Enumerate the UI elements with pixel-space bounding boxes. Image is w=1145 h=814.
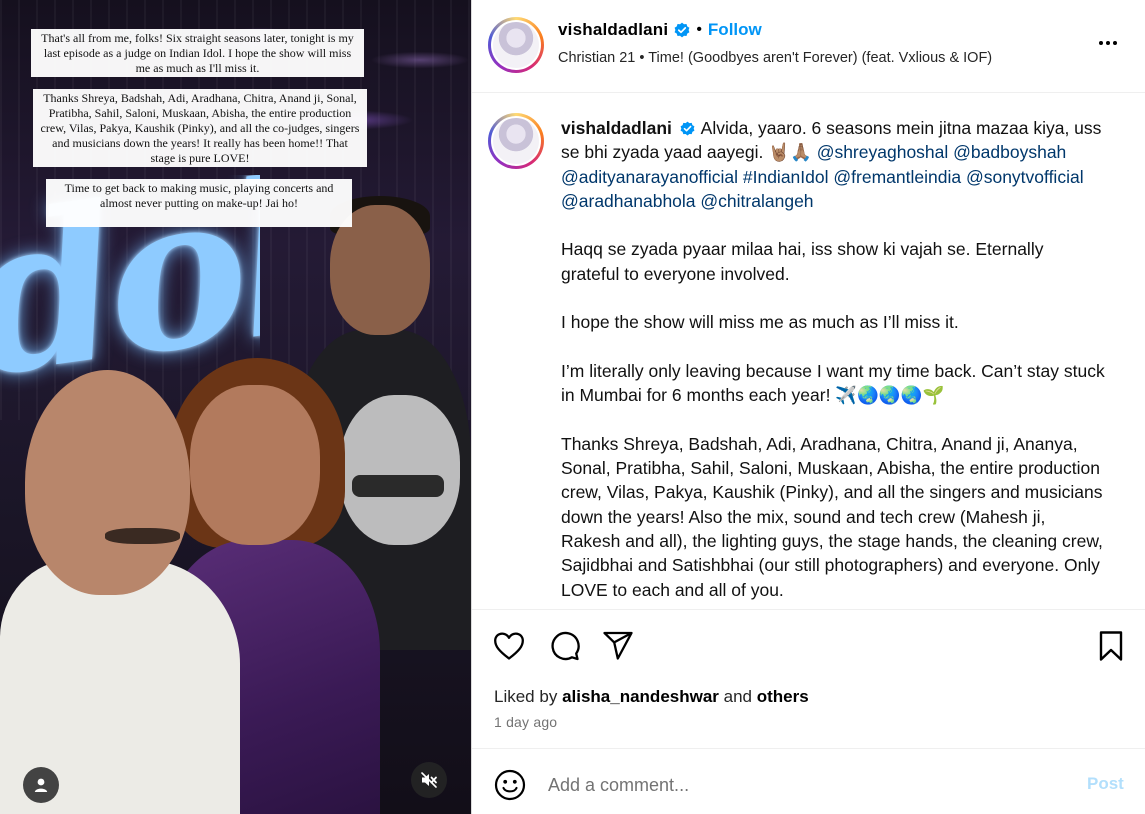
heart-icon	[494, 632, 524, 660]
avatar[interactable]	[488, 17, 544, 73]
header-username[interactable]: vishaldadlani	[558, 20, 668, 40]
caption-paragraph: I’m literally only leaving because I wan…	[561, 360, 1105, 406]
likes-and: and	[723, 687, 753, 706]
photo-person	[190, 385, 320, 545]
mute-button[interactable]	[411, 762, 447, 798]
likes-summary: Liked by alisha_nandeshwar and others	[494, 687, 809, 707]
comment-input[interactable]	[548, 771, 1068, 799]
likes-others-link[interactable]: others	[757, 687, 809, 706]
user-tag-button[interactable]	[23, 767, 59, 803]
mention-link[interactable]: @fremantleindia	[833, 167, 961, 187]
emoji-icon	[494, 769, 526, 801]
share-icon	[603, 631, 633, 660]
more-options-icon	[1099, 41, 1117, 45]
mention-link[interactable]: @shreyaghoshal	[817, 142, 949, 162]
header-user-row: vishaldadlani • Follow	[558, 20, 762, 40]
save-button[interactable]	[1094, 629, 1128, 663]
more-options-button[interactable]	[1096, 33, 1120, 53]
caption-paragraph: Thanks Shreya, Badshah, Adi, Aradhana, C…	[561, 433, 1103, 600]
photo-detail	[105, 528, 180, 544]
post-details-panel: vishaldadlani • Follow Christian 21 • Ti…	[471, 0, 1145, 814]
mention-link[interactable]: @badboyshah	[953, 142, 1066, 162]
muted-speaker-icon	[421, 772, 437, 788]
caption: vishaldadlani Alvida, yaaro. 6 seasons m…	[561, 116, 1106, 608]
audio-track-link[interactable]: Christian 21 • Time! (Goodbyes aren't Fo…	[558, 50, 992, 66]
photo-person	[25, 370, 190, 595]
post-timestamp[interactable]: 1 day ago	[494, 714, 557, 730]
post-header: vishaldadlani • Follow Christian 21 • Ti…	[472, 0, 1145, 93]
verified-badge-icon	[680, 121, 695, 136]
caption-paragraph: Haqq se zyada pyaar milaa hai, iss show …	[561, 239, 1044, 284]
comment-button[interactable]	[547, 629, 581, 663]
post-comment-button[interactable]: Post	[1087, 774, 1124, 794]
mention-link[interactable]: @aradhanabhola	[561, 191, 696, 211]
share-button[interactable]	[601, 629, 635, 663]
photo-detail	[340, 395, 460, 545]
caption-scroll-area[interactable]: vishaldadlani Alvida, yaaro. 6 seasons m…	[472, 94, 1145, 608]
story-text-block: That's all from me, folks! Six straight …	[31, 29, 364, 77]
post-media[interactable]: dol That's all from me, folks! Six strai…	[0, 0, 471, 814]
like-button[interactable]	[492, 629, 526, 663]
mention-link[interactable]: @chitralangeh	[700, 191, 813, 211]
follow-button[interactable]: Follow	[708, 20, 762, 40]
hashtag-link[interactable]: #IndianIdol	[743, 167, 829, 187]
caption-paragraph: I hope the show will miss me as much as …	[561, 312, 959, 333]
mention-link[interactable]: @adityanarayanofficial	[561, 167, 738, 187]
photo-detail	[352, 475, 444, 497]
emoji-button[interactable]	[494, 769, 526, 801]
separator-dot: •	[696, 21, 702, 38]
story-text-block: Thanks Shreya, Badshah, Adi, Aradhana, C…	[33, 89, 367, 167]
caption-username[interactable]: vishaldadlani	[561, 118, 672, 138]
comment-box: Post	[472, 750, 1145, 814]
bookmark-icon	[1099, 631, 1123, 661]
verified-badge-icon	[674, 22, 690, 38]
comment-icon	[551, 631, 580, 661]
story-text-block: Time to get back to making music, playin…	[46, 179, 352, 227]
user-tag-icon	[34, 778, 48, 792]
post-actions: Liked by alisha_nandeshwar and others 1 …	[472, 609, 1145, 749]
mention-link[interactable]: @sonytvofficial	[966, 167, 1084, 187]
avatar[interactable]	[488, 113, 544, 169]
likes-prefix: Liked by	[494, 687, 558, 706]
liked-by-user-link[interactable]: alisha_nandeshwar	[562, 687, 719, 706]
